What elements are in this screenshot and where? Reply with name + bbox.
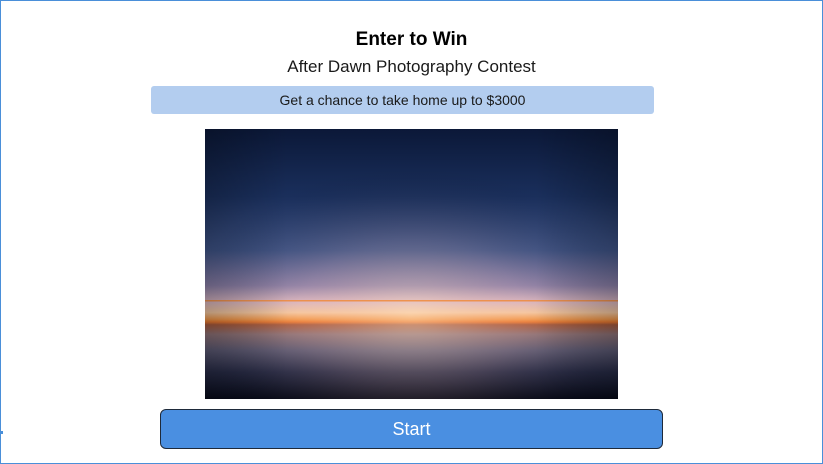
prize-banner: Get a chance to take home up to $3000 xyxy=(151,86,654,114)
page-title: Enter to Win xyxy=(355,29,468,50)
prize-banner-text: Get a chance to take home up to $3000 xyxy=(279,92,526,108)
frame-mark xyxy=(1,431,3,434)
contest-subtitle: After Dawn Photography Contest xyxy=(287,57,536,76)
side-vignette xyxy=(205,129,618,399)
start-button[interactable]: Start xyxy=(160,409,663,449)
contest-photo xyxy=(205,129,618,399)
